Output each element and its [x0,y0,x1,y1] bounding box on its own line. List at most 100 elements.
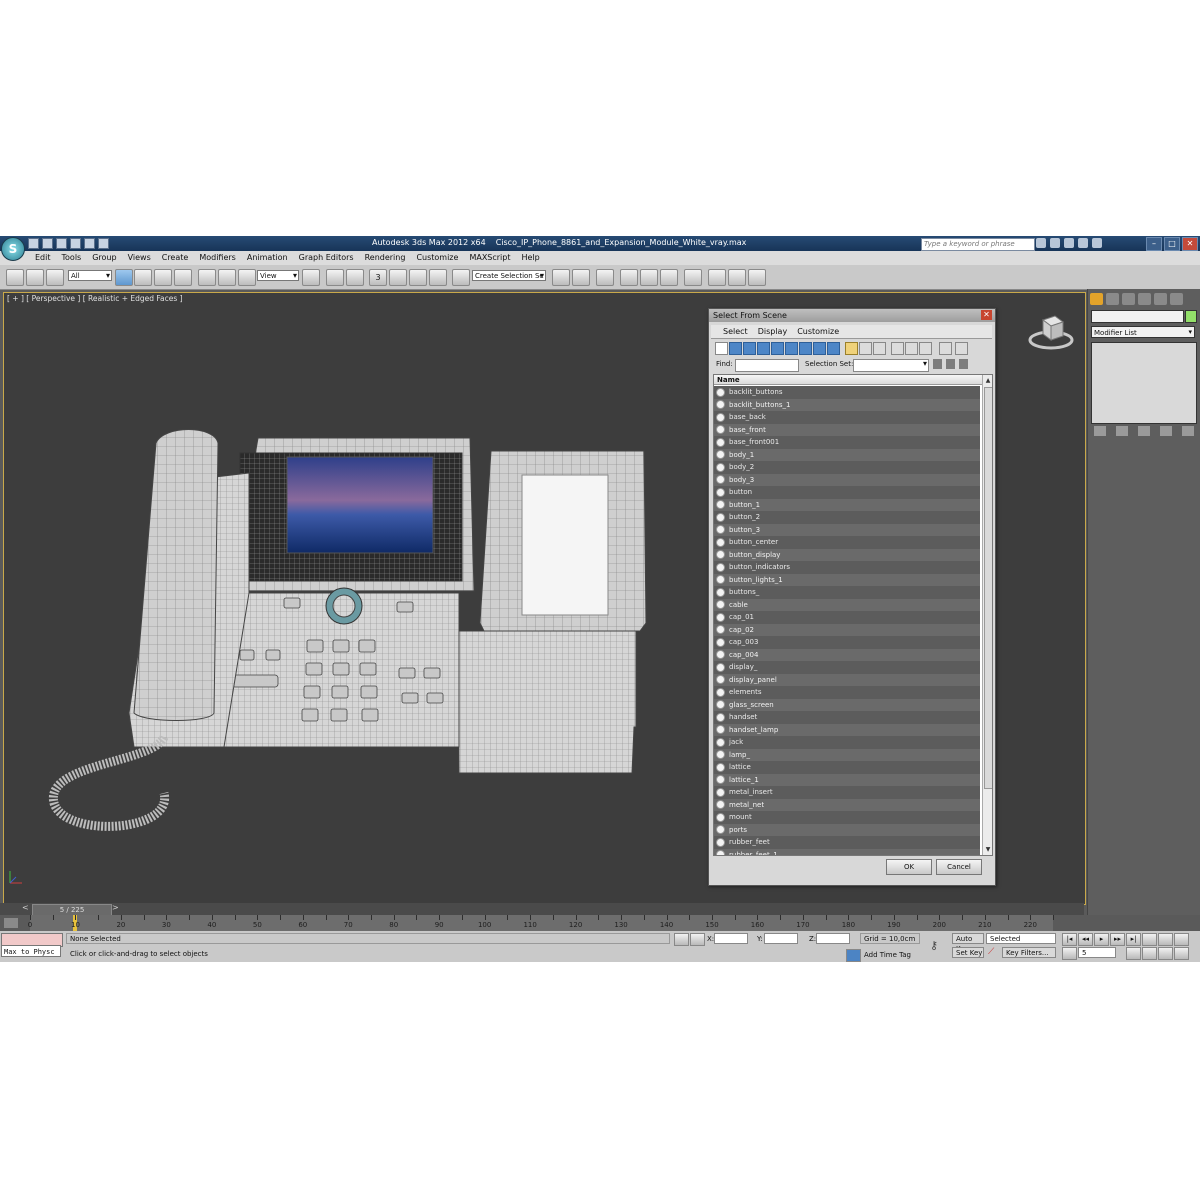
list-item[interactable]: cap_02 [714,623,980,636]
list-item[interactable]: body_1 [714,448,980,461]
list-item[interactable]: base_back [714,411,980,424]
list-item[interactable]: rubber_feet [714,836,980,849]
menu-create[interactable]: Create [161,251,195,265]
time-slider[interactable]: < 5 / 225 > [0,903,1084,916]
viewcube[interactable] [1026,308,1076,353]
auto-key-button[interactable]: Auto Key [952,933,984,953]
percent-snap-icon[interactable] [409,269,427,286]
filter-icon[interactable] [939,342,952,355]
select-by-name-icon[interactable] [134,269,152,286]
list-item[interactable]: backlit_buttons_1 [714,398,980,411]
lock-selection-icon[interactable] [674,933,689,946]
align-icon[interactable] [572,269,590,286]
set-key-icon[interactable]: ⚷ [930,939,946,952]
display-none-icon[interactable] [859,342,872,355]
spinner-snap-icon[interactable] [429,269,447,286]
select-and-manipulate-icon[interactable] [326,269,344,286]
object-name-field[interactable] [1091,310,1184,323]
list-item[interactable]: button_3 [714,523,980,536]
scroll-down-icon[interactable]: ▼ [984,845,992,854]
show-end-result-icon[interactable] [1116,426,1128,436]
go-to-end-icon[interactable]: ▸| [1126,933,1141,946]
display-space-warps-icon[interactable] [785,342,798,355]
bind-space-warp-icon[interactable] [46,269,64,286]
menu-views[interactable]: Views [127,251,157,265]
list-item[interactable]: glass_screen [714,698,980,711]
pan-view-icon[interactable] [1158,947,1173,960]
display-geometry-icon[interactable] [715,342,728,355]
render-setup-icon[interactable] [708,269,726,286]
list-item[interactable]: display_panel [714,673,980,686]
select-all-icon[interactable] [891,342,904,355]
configure-modifier-sets-icon[interactable] [1182,426,1194,436]
select-and-link-icon[interactable] [6,269,24,286]
play-icon[interactable]: ▸ [1094,933,1109,946]
absolute-mode-icon[interactable] [690,933,705,946]
remove-selection-set-icon[interactable] [946,359,955,369]
binoculars-icon[interactable] [1036,238,1046,248]
help-icon[interactable] [1092,238,1102,248]
list-item[interactable]: button_lights_1 [714,573,980,586]
render-production-icon[interactable] [748,269,766,286]
reference-coordinate-dropdown[interactable]: View [257,270,299,281]
scroll-up-icon[interactable]: ▲ [984,376,992,385]
favorites-icon[interactable] [1078,238,1088,248]
display-tab-icon[interactable] [1154,293,1167,305]
select-and-scale-icon[interactable] [238,269,256,286]
list-item[interactable]: button_indicators [714,561,980,574]
next-frame-icon[interactable]: > [112,903,119,912]
display-xrefs-icon[interactable] [813,342,826,355]
keyboard-shortcut-override-icon[interactable] [346,269,364,286]
find-input[interactable] [735,359,799,372]
key-mode-toggle-icon[interactable] [1062,947,1077,960]
dialog-menu-customize[interactable]: Customize [797,325,839,338]
list-item[interactable]: cap_01 [714,611,980,624]
list-item[interactable]: button_center [714,536,980,549]
display-lights-icon[interactable] [743,342,756,355]
set-key-button[interactable]: Set Key [952,947,984,958]
cancel-button[interactable]: Cancel [936,859,982,875]
curve-editor-icon[interactable] [640,269,658,286]
rectangular-selection-icon[interactable] [154,269,172,286]
display-all-icon[interactable] [845,342,858,355]
display-bones-icon[interactable] [827,342,840,355]
list-item[interactable]: handset_lamp [714,723,980,736]
redo-icon[interactable] [84,238,95,249]
modifier-list-dropdown[interactable]: Modifier List [1091,326,1195,338]
menu-group[interactable]: Group [91,251,122,265]
zoom-all-icon[interactable] [1158,933,1173,946]
list-item[interactable]: handset [714,711,980,724]
maximize-viewport-icon[interactable] [1174,933,1189,946]
list-item[interactable]: button [714,486,980,499]
save-file-icon[interactable] [56,238,67,249]
list-item[interactable]: backlit_buttons [714,386,980,399]
pivot-center-icon[interactable] [302,269,320,286]
list-item[interactable]: jack [714,736,980,749]
angle-snap-icon[interactable] [389,269,407,286]
snaps-toggle-icon[interactable]: 3 [369,269,387,286]
list-item[interactable]: elements [714,686,980,699]
menu-graph-editors[interactable]: Graph Editors [298,251,360,265]
create-selection-set-icon[interactable] [933,359,942,369]
create-tab-icon[interactable] [1090,293,1103,305]
list-item[interactable]: display_ [714,661,980,674]
add-to-selection-set-icon[interactable] [959,359,968,369]
list-item[interactable]: base_front [714,423,980,436]
display-groups-icon[interactable] [799,342,812,355]
graphite-toggle-icon[interactable] [620,269,638,286]
display-cameras-icon[interactable] [757,342,770,355]
list-item[interactable]: metal_net [714,798,980,811]
menu-help[interactable]: Help [521,251,546,265]
track-bar[interactable]: 0 10 20 30 40 50 60 70 80 90 100 110 120 130 140 150 160… [0,915,1084,931]
select-and-rotate-icon[interactable] [218,269,236,286]
unlink-icon[interactable] [26,269,44,286]
open-file-icon[interactable] [42,238,53,249]
filter-options-icon[interactable] [955,342,968,355]
list-item[interactable]: base_front001 [714,436,980,449]
list-item[interactable]: buttons_ [714,586,980,599]
previous-frame-icon[interactable]: < [22,903,29,912]
list-item[interactable]: ports [714,823,980,836]
name-column-header[interactable]: Name [714,375,982,385]
list-item[interactable]: button_display [714,548,980,561]
dialog-close-icon[interactable]: ✕ [981,310,992,320]
